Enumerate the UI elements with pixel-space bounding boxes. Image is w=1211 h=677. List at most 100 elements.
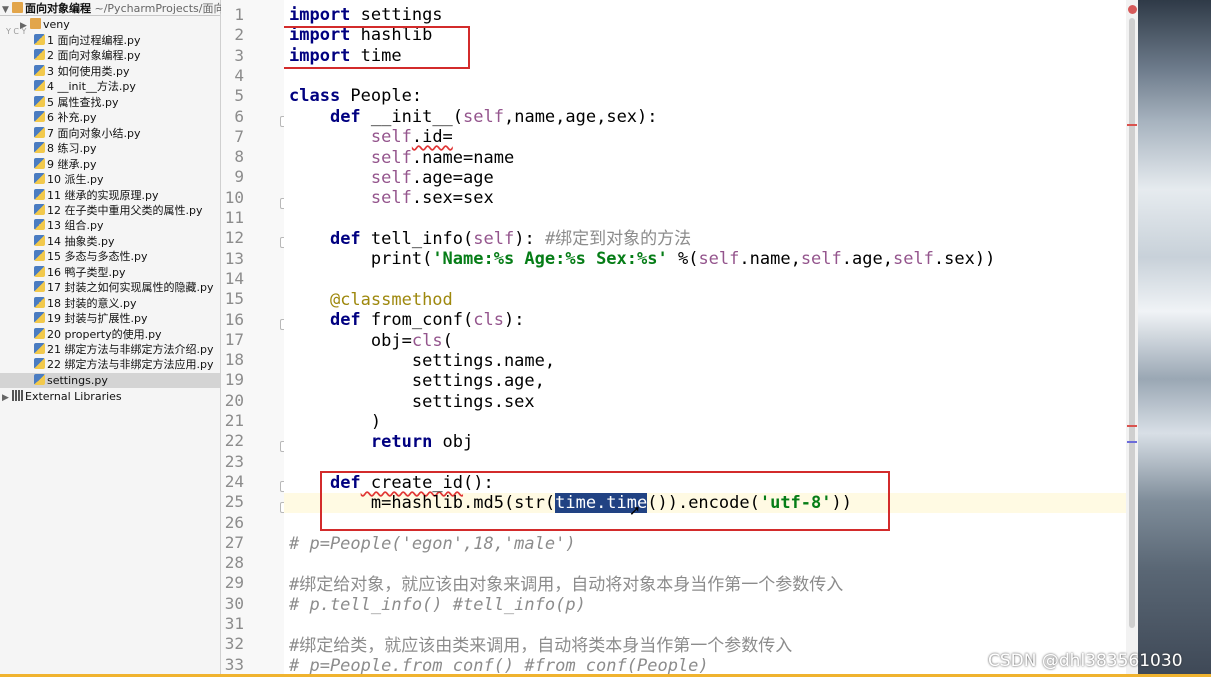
file-item[interactable]: settings.py <box>0 372 220 388</box>
file-item[interactable]: 5 属性查找.py <box>34 95 118 110</box>
error-indicator-icon[interactable] <box>1128 5 1137 14</box>
line-number: 15 <box>224 289 244 309</box>
code-line-9: self.age=age <box>370 168 494 188</box>
file-label: settings.py <box>47 373 108 387</box>
file-item[interactable]: 16 鸭子类型.py <box>34 265 125 280</box>
line-number: 14 <box>224 268 244 288</box>
annotation-box-create-id <box>320 471 890 531</box>
file-item[interactable]: 22 绑定方法与非绑定方法应用.py <box>34 357 213 372</box>
code-line-17: obj=cls( <box>370 331 453 351</box>
python-file-icon <box>34 296 45 308</box>
folder-veny[interactable]: ▶ veny <box>20 17 70 32</box>
line-number: 25 <box>224 492 244 512</box>
code-line-8: self.name=name <box>370 148 515 168</box>
file-item[interactable]: 20 property的使用.py <box>34 327 162 342</box>
python-file-icon <box>34 80 45 92</box>
file-label: 1 面向过程编程.py <box>47 34 141 47</box>
project-root[interactable]: ▼ 面向对象编程 ~/PycharmProjects/面向 <box>2 1 224 16</box>
code-line-30: # p.tell_info() #tell_info(p) <box>289 595 586 615</box>
folder-icon <box>30 18 41 29</box>
code-line-15: @classmethod <box>329 290 453 310</box>
info-marker[interactable] <box>1127 441 1137 443</box>
annotation-box-imports <box>284 26 470 69</box>
library-icon <box>12 390 23 401</box>
file-label: 13 组合.py <box>47 219 104 233</box>
python-file-icon <box>34 358 45 370</box>
file-label: 3 如何使用类.py <box>47 64 130 78</box>
line-number: 1 <box>234 5 244 24</box>
file-label: 12 在子类中重用父类的属性.py <box>47 203 203 217</box>
file-item[interactable]: 4 __init__方法.py <box>34 79 136 94</box>
mouse-cursor-icon: ➚ <box>629 503 641 519</box>
line-number: 9 <box>234 167 244 187</box>
file-label: 21 绑定方法与非绑定方法介绍.py <box>47 343 214 356</box>
file-item[interactable]: 21 绑定方法与非绑定方法介绍.py <box>34 342 213 357</box>
python-file-icon <box>34 203 45 215</box>
file-item[interactable]: 9 继承.py <box>34 157 96 172</box>
line-number: 2 <box>234 25 244 45</box>
code-line-21: ) <box>370 412 382 432</box>
side-strip-letters: Y C Y <box>6 27 27 36</box>
python-file-icon <box>34 343 45 354</box>
collapsed-arrow-icon[interactable]: ▶ <box>2 391 12 406</box>
python-file-icon <box>34 219 45 231</box>
file-item[interactable]: 14 抽象类.py <box>34 234 114 249</box>
file-item[interactable]: 15 多态与多态性.py <box>34 249 147 264</box>
file-item[interactable]: 19 封装与扩展性.py <box>34 311 147 326</box>
code-line-19: settings.age, <box>411 371 545 391</box>
file-item[interactable]: 1 面向过程编程.py <box>34 33 140 48</box>
file-label: 20 property的使用.py <box>47 327 162 341</box>
file-item[interactable]: 10 派生.py <box>34 172 103 187</box>
line-number: 26 <box>224 512 244 532</box>
code-line-13: print('Name:%s Age:%s Sex:%s' %(self.nam… <box>370 249 996 269</box>
line-number: 18 <box>224 350 244 370</box>
file-label: 19 封装与扩展性.py <box>47 312 148 326</box>
python-file-icon <box>34 265 45 277</box>
file-item[interactable]: 18 封装的意义.py <box>34 296 136 311</box>
project-name: 面向对象编程 <box>25 2 91 15</box>
line-number: 7 <box>234 126 244 146</box>
line-number: 17 <box>224 329 244 349</box>
external-libraries[interactable]: ▶ External Libraries <box>2 389 122 404</box>
python-file-icon <box>34 373 45 385</box>
code-line-32: #绑定给类，就应该由类来调用，自动将类本身当作第一个参数传入 <box>289 636 793 656</box>
python-file-icon <box>34 49 45 61</box>
code-line-6: def __init__(self,name,age,sex): <box>329 107 658 127</box>
file-label: 10 派生.py <box>47 173 104 187</box>
file-item[interactable]: 11 继承的实现原理.py <box>34 188 158 203</box>
line-number: 32 <box>224 634 244 654</box>
error-marker[interactable] <box>1127 124 1137 126</box>
python-file-icon <box>34 111 45 123</box>
line-number: 33 <box>224 654 244 674</box>
code-line-20: settings.sex <box>411 392 535 412</box>
code-line-33: # p=People.from_conf() #from_conf(People… <box>289 656 709 676</box>
project-path: ~/PycharmProjects/面向 <box>94 2 225 15</box>
line-number: 31 <box>224 614 244 633</box>
line-number: 12 <box>224 228 244 248</box>
error-marker[interactable] <box>1127 425 1137 427</box>
code-line-18: settings.name, <box>411 351 556 371</box>
scrollbar-thumb[interactable] <box>1129 18 1135 628</box>
file-item[interactable]: 7 面向对象小结.py <box>34 126 140 141</box>
line-number: 6 <box>234 106 244 126</box>
line-number: 21 <box>224 411 244 430</box>
file-label: 17 封装之如何实现属性的隐藏.py <box>47 281 214 295</box>
python-file-icon <box>34 250 45 262</box>
vertical-scrollbar[interactable] <box>1126 0 1138 677</box>
python-file-icon <box>34 327 45 339</box>
file-label: 4 __init__方法.py <box>47 80 136 94</box>
file-item[interactable]: 6 补充.py <box>34 110 96 125</box>
file-item[interactable]: 8 练习.py <box>34 141 96 156</box>
file-item[interactable]: 13 组合.py <box>34 218 103 233</box>
file-item[interactable]: 2 面向对象编程.py <box>34 48 140 63</box>
file-label: 16 鸭子类型.py <box>47 265 126 279</box>
file-item[interactable]: 17 封装之如何实现属性的隐藏.py <box>34 280 213 295</box>
code-editor[interactable]: import settings import hashlib import ti… <box>284 0 1138 677</box>
file-label: 7 面向对象小结.py <box>47 126 141 140</box>
line-number: 20 <box>224 390 244 410</box>
file-item[interactable]: 3 如何使用类.py <box>34 64 129 79</box>
file-item[interactable]: 12 在子类中重用父类的属性.py <box>34 203 202 218</box>
code-line-22: return obj <box>370 432 474 452</box>
code-line-7: self.id= <box>370 127 453 147</box>
line-number: 22 <box>224 431 244 451</box>
